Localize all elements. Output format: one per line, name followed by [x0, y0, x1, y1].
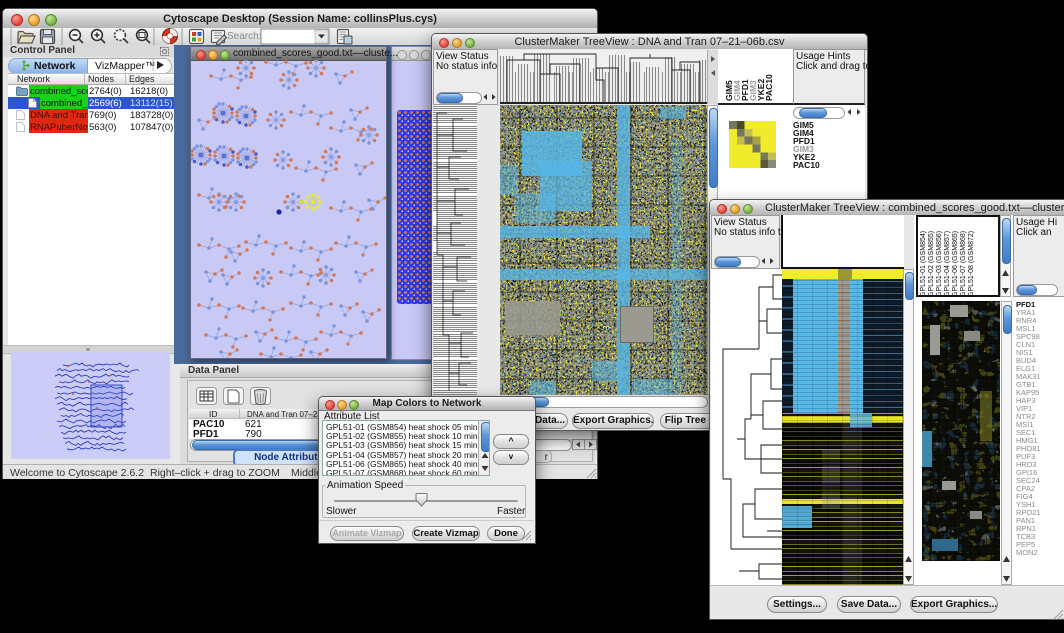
svg-text:Search:: Search: — [227, 31, 261, 42]
